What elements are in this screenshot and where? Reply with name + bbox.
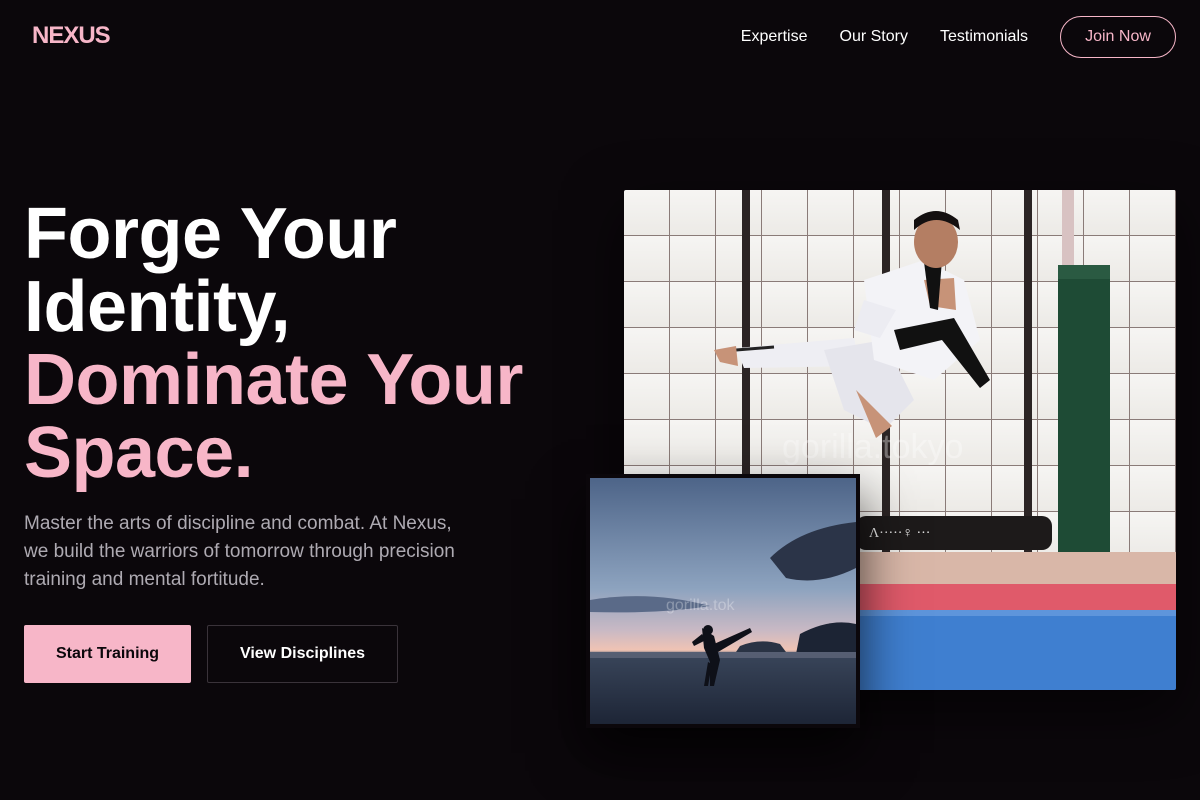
main-nav: Expertise Our Story Testimonials Join No… xyxy=(741,16,1176,58)
hero-headline: Forge Your Identity, Dominate Your Space… xyxy=(24,198,584,490)
headline-line-3: Dominate Your xyxy=(24,340,523,420)
logo[interactable]: NEXUS xyxy=(32,22,111,50)
landing-page: NEXUS Expertise Our Story Testimonials J… xyxy=(0,0,1200,800)
nav-link-testimonials[interactable]: Testimonials xyxy=(940,28,1028,46)
main-watermark: gorilla.tokyo xyxy=(782,428,963,466)
headline-line-4: Space. xyxy=(24,413,254,493)
headline-line-2: Identity, xyxy=(24,267,291,347)
hero-subtext: Master the arts of discipline and combat… xyxy=(24,513,455,590)
view-disciplines-button[interactable]: View Disciplines xyxy=(207,625,398,683)
bag-label: Λ·····♀ ··· xyxy=(869,526,930,541)
small-watermark: gorilla.tok xyxy=(666,597,735,614)
join-now-button[interactable]: Join Now xyxy=(1060,16,1176,58)
nav-link-expertise[interactable]: Expertise xyxy=(741,28,808,46)
beach-kick-photo: gorilla.tok xyxy=(586,474,860,728)
start-training-button[interactable]: Start Training xyxy=(24,625,191,683)
headline-line-1: Forge Your xyxy=(24,194,397,274)
nav-link-our-story[interactable]: Our Story xyxy=(840,28,908,46)
